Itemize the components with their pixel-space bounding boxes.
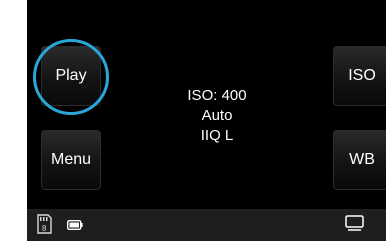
wb-button-label: WB bbox=[349, 151, 375, 168]
screen-icon[interactable] bbox=[345, 215, 365, 232]
iso-button[interactable]: ISO bbox=[333, 46, 386, 106]
image-quality: IIQ L bbox=[200, 127, 234, 144]
wb-button[interactable]: WB bbox=[333, 130, 386, 190]
menu-button[interactable]: Menu bbox=[41, 130, 101, 190]
capture-settings-info: ISO: 400 Auto IIQ L bbox=[162, 86, 272, 146]
exposure-mode: Auto bbox=[201, 107, 233, 124]
battery-icon bbox=[67, 220, 83, 230]
iso-value: ISO: 400 bbox=[187, 87, 247, 104]
card-slot-icon: 8 bbox=[37, 214, 52, 234]
iso-button-label: ISO bbox=[348, 67, 376, 84]
status-bar: 8 bbox=[27, 209, 386, 241]
svg-text:8: 8 bbox=[42, 224, 47, 233]
camera-screen: Play Menu ISO WB ISO: 400 Auto IIQ L 8 bbox=[27, 0, 386, 241]
focus-highlight-ring bbox=[33, 39, 109, 115]
menu-button-label: Menu bbox=[50, 151, 92, 168]
